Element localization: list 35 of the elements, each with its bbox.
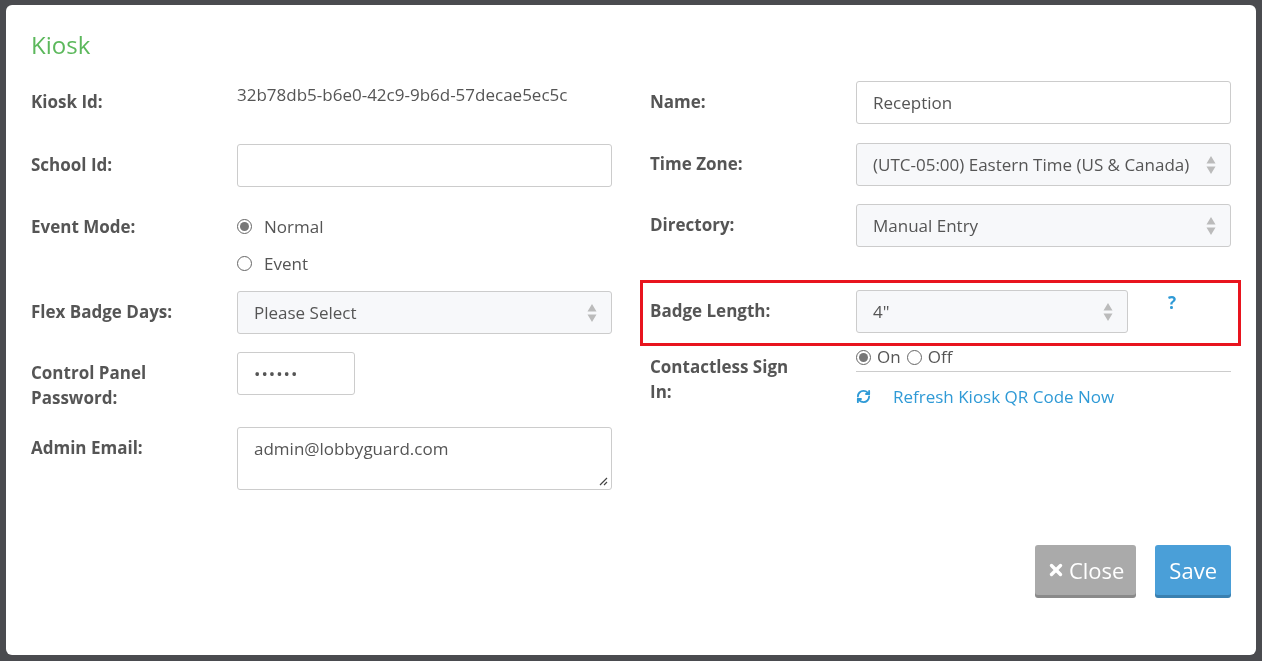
field-label: Event Mode:: [31, 214, 137, 239]
radio-button[interactable]: [906, 349, 922, 365]
kiosk-id-text: 32b78db5-b6e0-42c9-9b6d-57decae5ec5c: [237, 82, 568, 108]
field-label: Control Panel Password:: [31, 360, 148, 410]
password-field[interactable]: ••••••: [237, 352, 355, 395]
refresh-icon[interactable]: [856, 389, 871, 405]
field-label: Name:: [650, 89, 707, 114]
select-field[interactable]: (UTC-05:00) Eastern Time (US & Canada): [856, 143, 1231, 186]
radio-label: On: [877, 344, 901, 370]
field-label: Badge Length:: [650, 298, 772, 323]
updown-caret-icon: [1206, 154, 1216, 175]
dialog-title: Kiosk: [31, 30, 92, 60]
select-field[interactable]: 4": [856, 290, 1128, 333]
field-label: Directory:: [650, 212, 736, 237]
updown-caret-icon: [1206, 215, 1216, 236]
radio-button[interactable]: [237, 219, 252, 235]
updown-caret-icon: [587, 302, 597, 323]
radio-button[interactable]: [237, 255, 252, 271]
field-label: Flex Badge Days:: [31, 299, 174, 324]
radio-label: Normal: [264, 214, 324, 240]
field-label: Admin Email:: [31, 435, 144, 460]
radio-label: Event: [264, 250, 308, 276]
resize-handle-icon[interactable]: [599, 477, 608, 486]
radio-label: Off: [927, 344, 953, 370]
field-label: Kiosk Id:: [31, 89, 104, 114]
input-field[interactable]: Reception: [856, 81, 1231, 124]
input-field[interactable]: [237, 144, 612, 187]
updown-caret-icon: [1103, 301, 1113, 322]
field-label: Contactless Sign In:: [650, 354, 790, 404]
radio-button[interactable]: [856, 349, 871, 365]
field-label: Time Zone:: [650, 151, 744, 176]
field-label: School Id:: [31, 152, 114, 177]
email-field[interactable]: admin@lobbyguard.com: [237, 427, 612, 490]
select-field[interactable]: Please Select: [237, 291, 612, 334]
select-field[interactable]: Manual Entry: [856, 204, 1231, 247]
